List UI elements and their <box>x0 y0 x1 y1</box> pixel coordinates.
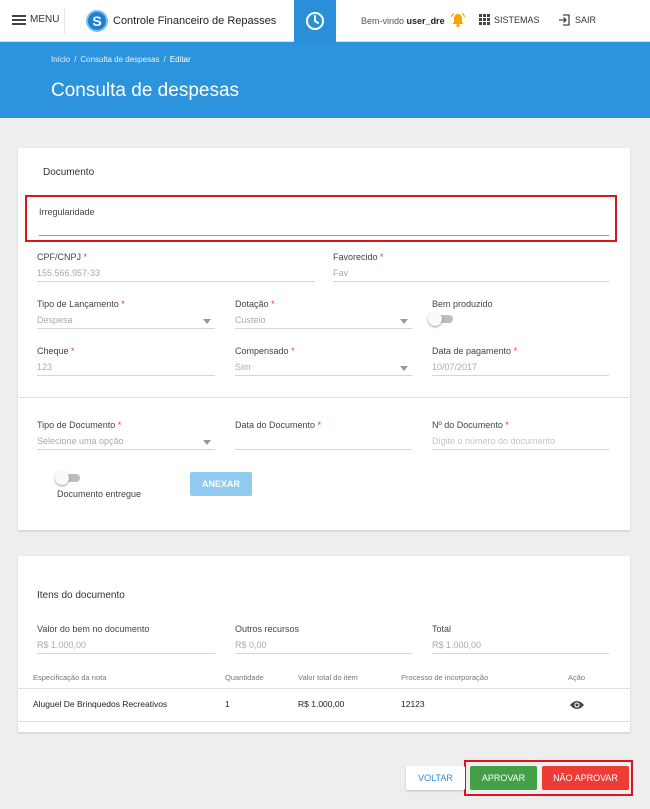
hamburger-icon <box>12 14 26 25</box>
cheque-input[interactable]: 123 <box>37 361 215 376</box>
table-cell: 1 <box>225 699 230 709</box>
table-cell: 12123 <box>401 699 425 709</box>
compensado-label: Compensado * <box>235 346 295 356</box>
breadcrumb-inicio[interactable]: Início <box>51 55 70 64</box>
irregularidade-input[interactable] <box>39 235 609 236</box>
table-header: Quantidade <box>225 673 264 682</box>
divider <box>18 397 630 398</box>
section-title-documento: Documento <box>43 167 95 178</box>
sistemas-button[interactable]: SISTEMAS <box>479 14 540 25</box>
logout-button[interactable]: SAIR <box>558 14 596 26</box>
table-cell: Aluguel De Brinquedos Recreativos <box>33 699 168 709</box>
divider <box>64 8 65 34</box>
view-item-button[interactable] <box>569 698 585 716</box>
welcome-text: Bem-vindo user_dre <box>361 16 445 26</box>
breadcrumb: Início / Consulta de despesas / Editar <box>51 55 191 64</box>
menu-button[interactable]: MENU <box>12 14 59 25</box>
cpf-label: CPF/CNPJ * <box>37 252 88 262</box>
compensado-select[interactable]: Sim <box>235 361 412 376</box>
valor-bem-label: Valor do bem no documento <box>37 624 150 634</box>
history-tab[interactable] <box>294 0 336 42</box>
tipo-lancamento-select[interactable]: Despesa <box>37 314 215 329</box>
irregularidade-highlight: Irregularidade <box>25 195 617 242</box>
breadcrumb-current: Editar <box>169 55 191 64</box>
numero-documento-label: Nº do Documento * <box>432 420 509 430</box>
menu-label: MENU <box>30 14 60 25</box>
table-header: Ação <box>568 673 586 682</box>
data-pagamento-label: Data de pagamento * <box>432 346 518 356</box>
cpf-input[interactable]: 155.566.957-33 <box>37 267 315 282</box>
notifications-button[interactable] <box>450 12 466 33</box>
app-title: Controle Financeiro de Repasses <box>113 15 277 27</box>
username: user_dre <box>406 16 445 26</box>
clock-icon <box>306 12 324 30</box>
sistemas-label: SISTEMAS <box>494 14 540 25</box>
irregularidade-label: Irregularidade <box>39 207 95 217</box>
numero-documento-input[interactable]: Digite o número do documento <box>432 435 609 450</box>
nao-aprovar-button[interactable]: NÃO APROVAR <box>542 766 629 790</box>
voltar-button[interactable]: VOLTAR <box>406 766 465 790</box>
itens-card: Itens do documento Valor do bem no docum… <box>18 556 630 732</box>
valor-bem-value: R$ 1.000,00 <box>37 639 215 654</box>
breadcrumb-consulta[interactable]: Consulta de despesas <box>80 55 159 64</box>
dotacao-label: Dotação * <box>235 299 275 309</box>
table-header: Processo de incorporação <box>401 673 489 682</box>
tipo-documento-label: Tipo de Documento * <box>37 420 122 430</box>
tipo-documento-select[interactable]: Selecione uma opção <box>37 435 215 450</box>
total-value: R$ 1.000,00 <box>432 639 609 654</box>
top-bar: MENU S Controle Financeiro de Repasses B… <box>0 0 650 42</box>
total-label: Total <box>432 624 452 634</box>
data-documento-label: Data do Documento * <box>235 420 322 430</box>
bem-produzido-toggle[interactable] <box>428 312 454 326</box>
divider <box>18 688 630 689</box>
table-header: Especificação da nota <box>33 673 107 682</box>
bem-produzido-label: Bem produzido <box>432 299 493 309</box>
tipo-lancamento-label: Tipo de Lançamento * <box>37 299 125 309</box>
cheque-label: Cheque * <box>37 346 75 356</box>
app-logo-icon: S <box>86 10 108 32</box>
apps-grid-icon <box>479 14 490 25</box>
anexar-button[interactable]: ANEXAR <box>190 472 252 496</box>
table-header: Valor total do item <box>298 673 358 682</box>
page-title: Consulta de despesas <box>51 80 240 101</box>
documento-entregue-label: Documento entregue <box>57 489 142 499</box>
favorecido-label: Favorecido * <box>333 252 384 262</box>
section-title-itens: Itens do documento <box>37 590 125 601</box>
data-documento-input[interactable] <box>235 435 412 450</box>
divider <box>18 721 630 722</box>
dotacao-select[interactable]: Custeio <box>235 314 412 329</box>
welcome-prefix: Bem-vindo <box>361 16 405 26</box>
table-cell: R$ 1.000,00 <box>298 699 345 709</box>
documento-card: Documento Irregularidade CPF/CNPJ * 155.… <box>18 148 630 530</box>
sair-label: SAIR <box>575 15 597 25</box>
favorecido-input[interactable]: Fav <box>333 267 609 282</box>
aprovar-button[interactable]: APROVAR <box>470 766 537 790</box>
outros-recursos-value: R$ 0,00 <box>235 639 412 654</box>
outros-recursos-label: Outros recursos <box>235 624 300 634</box>
documento-entregue-toggle[interactable] <box>55 471 81 485</box>
logout-icon <box>559 14 570 26</box>
data-pagamento-input[interactable]: 10/07/2017 <box>432 361 609 376</box>
brand[interactable]: S Controle Financeiro de Repasses <box>86 10 276 32</box>
bell-icon <box>450 12 466 28</box>
eye-icon <box>570 701 584 709</box>
